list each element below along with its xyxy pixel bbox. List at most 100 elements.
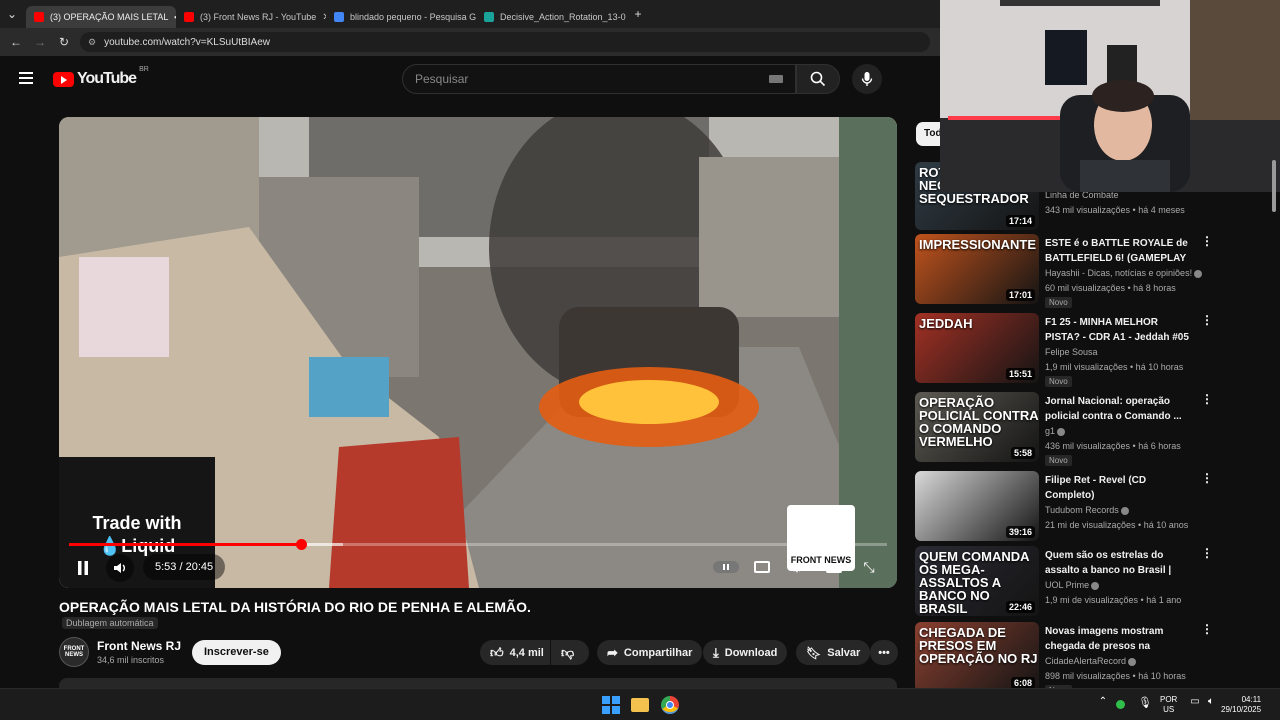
video-title[interactable]: Novas imagens mostram chegada de presos … (1045, 624, 1195, 654)
search-button[interactable] (796, 64, 840, 94)
channel-name[interactable]: g1 (1045, 426, 1066, 436)
microphone-icon (861, 72, 873, 86)
youtube-wordmark: YouTube (77, 70, 137, 87)
new-badge: Novo (1045, 297, 1072, 308)
avatar-text: FRONT NEWS (63, 646, 85, 658)
video-player[interactable]: Trade with 💧Liquid 5:53 / 20:45 ⚙ ⤡ (59, 117, 897, 588)
like-button[interactable]: 👍︎ 4,4 mil (480, 640, 550, 665)
channel-name[interactable]: Felipe Sousa (1045, 347, 1098, 357)
volume-button[interactable] (106, 554, 134, 582)
reload-icon[interactable]: ↻ (56, 34, 72, 50)
more-vertical-icon[interactable]: ⋮ (1201, 472, 1213, 484)
site-info-icon[interactable]: ⚙ (88, 37, 96, 48)
autoplay-pause-icon (723, 564, 729, 570)
channel-name[interactable]: CidadeAlertaRecord (1045, 656, 1137, 666)
fullscreen-icon: ⤡ (863, 558, 875, 575)
thumbs-up-icon: 👍︎ (490, 644, 504, 660)
subtitles-button[interactable] (752, 558, 772, 576)
video-duration: 39:16 (1005, 526, 1035, 538)
watermark-text: FRONT NEWS (790, 555, 852, 565)
video-title[interactable]: Jornal Nacional: operação policial contr… (1045, 394, 1195, 424)
like-count: 4,4 mil (509, 646, 544, 659)
video-thumbnail[interactable]: 39:16 (915, 471, 1039, 541)
download-button[interactable]: ⤓ Download (703, 640, 788, 665)
favicon-icon (34, 12, 44, 22)
video-thumbnail[interactable]: QUEM COMANDA OS MEGA-ASSALTOS A BANCO NO… (915, 546, 1039, 616)
file-explorer-icon[interactable] (631, 698, 649, 712)
page-scrollbar[interactable] (1272, 160, 1276, 212)
video-thumbnail[interactable]: JEDDAH 15:51 (915, 313, 1039, 383)
dislike-button[interactable]: 👎︎ (551, 640, 589, 665)
channel-name[interactable]: Front News RJ (97, 639, 181, 653)
search-input[interactable]: Pesquisar (402, 64, 796, 94)
video-title[interactable]: Quem são os estrelas do assalto a banco … (1045, 548, 1195, 578)
channel-text: CidadeAlertaRecord (1045, 656, 1127, 666)
fullscreen-button[interactable]: ⤡ (859, 557, 879, 577)
tray-mic-icon[interactable]: 🎙︎ (1136, 696, 1154, 714)
clock-time: 04:11 (1241, 695, 1262, 704)
system-clock[interactable]: 04:11 29/10/2025 (1221, 695, 1261, 715)
channel-name[interactable]: Tudubom Records (1045, 505, 1129, 515)
new-tab-icon[interactable]: + (630, 6, 646, 22)
more-vertical-icon[interactable]: ⋮ (1201, 547, 1213, 559)
video-duration: 17:01 (1005, 289, 1035, 301)
tray-chevron-icon[interactable]: ⌃ (1094, 696, 1112, 714)
video-duration: 5:58 (1010, 447, 1035, 459)
channel-name[interactable]: UOL Prime (1045, 580, 1100, 590)
channel-avatar[interactable]: FRONT NEWS (59, 637, 89, 667)
channel-name[interactable]: Hayashii - Dicas, notícias e opiniões! (1045, 268, 1203, 278)
verified-icon (1128, 657, 1137, 666)
browser-tab[interactable]: (3) Front News RJ - YouTube✕ (176, 6, 326, 28)
download-label: Download (724, 646, 778, 659)
recommendation-item[interactable]: 39:16 Filipe Ret - Revel (CD Completo) Tud… (915, 471, 1215, 543)
more-vertical-icon[interactable]: ⋮ (1201, 623, 1213, 635)
video-thumbnail[interactable]: IMPRESSIONANTE 17:01 (915, 234, 1039, 304)
speaker-icon[interactable]: 🔈︎ (1202, 696, 1220, 714)
more-actions-button[interactable]: ••• (870, 640, 898, 665)
voice-search-button[interactable] (852, 64, 882, 94)
video-title[interactable]: Filipe Ret - Revel (CD Completo) (1045, 473, 1195, 503)
volume-icon (114, 563, 125, 573)
share-button[interactable]: ➦ Compartilhar (597, 640, 703, 665)
subscriber-count: 34,6 mil inscritos (97, 655, 165, 665)
more-vertical-icon[interactable]: ⋮ (1201, 314, 1213, 326)
recommendation-item[interactable]: JEDDAH 15:51 F1 25 - MINHA MELHOR PISTA? -… (915, 313, 1215, 387)
browser-tab[interactable]: Decisive_Action_Rotation_13-0✕ (476, 6, 626, 28)
more-vertical-icon[interactable]: ⋮ (1201, 393, 1213, 405)
pause-button[interactable] (71, 556, 95, 580)
subscribe-button[interactable]: Inscrever-se (192, 640, 281, 665)
recommendation-item[interactable]: CHEGADA DE PRESOS EM OPERAÇÃO NO RJ 6:08 N… (915, 622, 1215, 696)
time-display: 5:53 / 20:45 (143, 554, 226, 580)
recommendation-item[interactable]: QUEM COMANDA OS MEGA-ASSALTOS A BANCO NO… (915, 546, 1215, 618)
video-title[interactable]: ESTE é o BATTLE ROYALE de BATTLEFIELD 6!… (1045, 236, 1195, 266)
browser-tab[interactable]: blindado pequeno - Pesquisa G✕ (326, 6, 476, 28)
back-icon[interactable]: ← (8, 34, 24, 50)
youtube-play-icon (53, 71, 74, 87)
video-title[interactable]: F1 25 - MINHA MELHOR PISTA? - CDR A1 - J… (1045, 315, 1195, 345)
tab-list-icon[interactable]: ⌄ (4, 6, 20, 22)
video-duration: 17:14 (1005, 215, 1035, 227)
forward-icon[interactable]: → (32, 34, 48, 50)
recommendation-item[interactable]: OPERAÇÃO POLICIAL CONTRA O COMANDO VERME… (915, 392, 1215, 466)
chrome-icon[interactable] (661, 696, 679, 714)
url-field[interactable]: ⚙ youtube.com/watch?v=KLSuUtBIAew (80, 32, 930, 52)
more-vertical-icon[interactable]: ⋮ (1201, 235, 1213, 247)
thumbnail-caption: OPERAÇÃO POLICIAL CONTRA O COMANDO VERME… (919, 395, 1039, 449)
pause-icon (78, 561, 88, 575)
start-icon[interactable] (602, 696, 620, 714)
video-meta: 343 mil visualizações • há 4 meses (1045, 205, 1185, 215)
video-thumbnail[interactable]: CHEGADA DE PRESOS EM OPERAÇÃO NO RJ 6:08 (915, 622, 1039, 692)
menu-icon[interactable] (19, 72, 33, 84)
favicon-icon (484, 12, 494, 22)
video-thumbnail[interactable]: OPERAÇÃO POLICIAL CONTRA O COMANDO VERME… (915, 392, 1039, 462)
browser-tab[interactable]: (3) OPERAÇÃO MAIS LETAL🔊︎✕ (26, 6, 176, 28)
save-button[interactable]: 🔖︎ Salvar (796, 640, 871, 665)
autoplay-toggle[interactable] (713, 561, 739, 573)
progress-bar[interactable] (69, 539, 887, 550)
channel-text: Tudubom Records (1045, 505, 1119, 515)
channel-watermark[interactable]: FRONT NEWS (787, 505, 855, 571)
youtube-logo[interactable]: YouTube BR (53, 66, 149, 88)
keyboard-icon[interactable] (769, 75, 783, 83)
recommendation-item[interactable]: IMPRESSIONANTE 17:01 ESTE é o BATTLE ROYAL… (915, 234, 1215, 308)
language-indicator[interactable]: POR US (1160, 695, 1177, 715)
